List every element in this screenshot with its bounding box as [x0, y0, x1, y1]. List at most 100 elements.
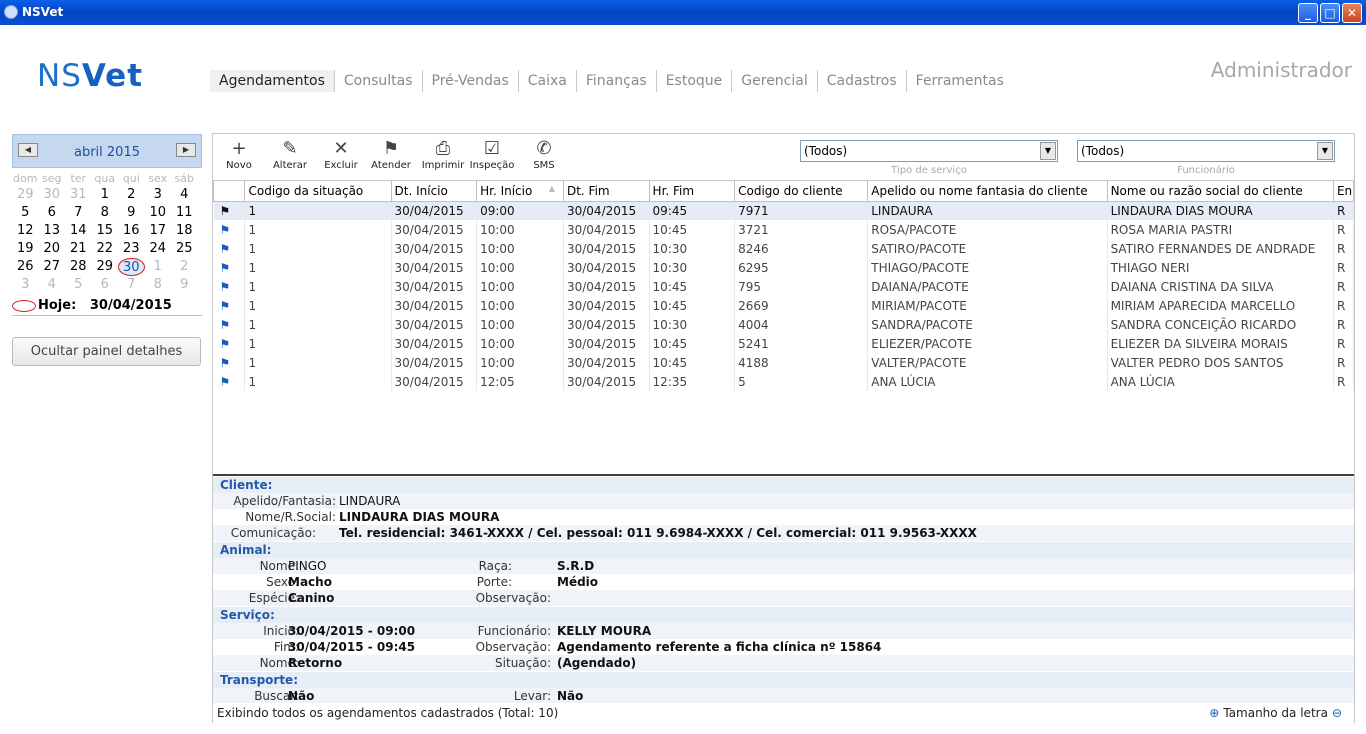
user-name[interactable]: Administrador: [1211, 58, 1352, 82]
calendar-day[interactable]: 5: [65, 276, 92, 294]
calendar-day[interactable]: 15: [92, 222, 119, 240]
column-header[interactable]: Apelido ou nome fantasia do cliente: [867, 181, 1108, 202]
menu-ferramentas[interactable]: Ferramentas: [905, 69, 1013, 92]
inspecao-button[interactable]: ☑ Inspeção: [469, 138, 515, 171]
column-header-flag[interactable]: [213, 181, 246, 202]
maximize-button[interactable]: □: [1320, 3, 1340, 23]
calendar-day[interactable]: 5: [12, 204, 39, 222]
close-button[interactable]: ✕: [1342, 3, 1362, 23]
calendar-day[interactable]: 28: [65, 258, 92, 276]
table-cell: 30/04/2015: [391, 372, 478, 391]
calendar-day[interactable]: 24: [145, 240, 172, 258]
menu-consultas[interactable]: Consultas: [333, 69, 422, 92]
table-cell: MIRIAM/PACOTE: [867, 296, 1108, 315]
calendar: ◀ abril 2015 ▶ dom seg ter qua qui sex sáb 29 30…: [12, 134, 202, 294]
table-row[interactable]: ⚑ 1 30/04/2015 10:00 30/04/2015 10:30 6295 THIA…: [213, 258, 1354, 277]
menu-financas[interactable]: Finanças: [575, 69, 656, 92]
hide-details-button[interactable]: Ocultar painel detalhes: [12, 337, 201, 366]
table-cell: 1: [244, 296, 392, 315]
menu-caixa[interactable]: Caixa: [517, 69, 576, 92]
calendar-day[interactable]: 29: [12, 186, 39, 204]
calendar-day[interactable]: 26: [12, 258, 39, 276]
calendar-day[interactable]: 3: [12, 276, 39, 294]
calendar-day[interactable]: 25: [171, 240, 198, 258]
calendar-day[interactable]: 4: [171, 186, 198, 204]
calendar-day[interactable]: 13: [39, 222, 66, 240]
calendar-day[interactable]: 2: [118, 186, 145, 204]
table-row[interactable]: ⚑ 1 30/04/2015 10:00 30/04/2015 10:45 795 DAIAN…: [213, 277, 1354, 296]
table-cell: 30/04/2015: [563, 372, 650, 391]
calendar-day[interactable]: 7: [118, 276, 145, 294]
calendar-day[interactable]: 18: [171, 222, 198, 240]
zoom-in-icon[interactable]: ⊕: [1209, 706, 1219, 720]
calendar-day[interactable]: 9: [171, 276, 198, 294]
column-header[interactable]: Nome ou razão social do cliente: [1106, 181, 1334, 202]
menu-cadastros[interactable]: Cadastros: [816, 69, 906, 92]
calendar-day[interactable]: 1: [92, 186, 119, 204]
calendar-day[interactable]: 6: [39, 204, 66, 222]
column-header[interactable]: En: [1332, 181, 1354, 202]
table-row[interactable]: ⚑ 1 30/04/2015 10:00 30/04/2015 10:45 3721 ROSA…: [213, 220, 1354, 239]
calendar-day[interactable]: 30: [39, 186, 66, 204]
calendar-day[interactable]: 8: [145, 276, 172, 294]
table-row[interactable]: ⚑ 1 30/04/2015 10:00 30/04/2015 10:30 8246 SATI…: [213, 239, 1354, 258]
table-row[interactable]: ⚑ 1 30/04/2015 10:00 30/04/2015 10:45 4188 VALT…: [213, 353, 1354, 372]
menu-estoque[interactable]: Estoque: [655, 69, 732, 92]
table-cell: 09:00: [476, 201, 564, 220]
imprimir-button[interactable]: ⎙ Imprimir: [420, 138, 466, 171]
calendar-day[interactable]: 19: [12, 240, 39, 258]
phone-icon: ✆: [536, 138, 552, 159]
sms-button[interactable]: ✆ SMS: [521, 138, 567, 171]
table-row[interactable]: ⚑ 1 30/04/2015 10:00 30/04/2015 10:45 2669 MIRI…: [213, 296, 1354, 315]
column-header[interactable]: Hr. Fim: [648, 181, 736, 202]
calendar-day[interactable]: 4: [39, 276, 66, 294]
menu-pre-vendas[interactable]: Pré-Vendas: [421, 69, 518, 92]
calendar-day[interactable]: 20: [39, 240, 66, 258]
calendar-day[interactable]: 8: [92, 204, 119, 222]
calendar-day[interactable]: 3: [145, 186, 172, 204]
calendar-day[interactable]: 31: [65, 186, 92, 204]
calendar-day[interactable]: 21: [65, 240, 92, 258]
menu-agendamentos[interactable]: Agendamentos: [210, 69, 334, 92]
calendar-day[interactable]: 29: [92, 258, 119, 276]
column-header[interactable]: Dt. Fim: [562, 181, 650, 202]
next-month-button[interactable]: ▶: [176, 143, 196, 157]
zoom-out-icon[interactable]: ⊖: [1332, 706, 1342, 720]
calendar-day[interactable]: 1: [145, 258, 172, 276]
calendar-day[interactable]: 10: [145, 204, 172, 222]
calendar-day[interactable]: 23: [118, 240, 145, 258]
calendar-day[interactable]: 11: [171, 204, 198, 222]
calendar-day[interactable]: 30: [118, 258, 145, 276]
calendar-day[interactable]: 2: [171, 258, 198, 276]
table-cell: 5: [734, 372, 869, 391]
employee-select[interactable]: (Todos) ▼: [1077, 140, 1335, 162]
calendar-day[interactable]: 14: [65, 222, 92, 240]
table-cell: 10:30: [649, 239, 736, 258]
table-row[interactable]: ⚑ 1 30/04/2015 10:00 30/04/2015 10:45 5241 ELIE…: [213, 334, 1354, 353]
column-header[interactable]: Codigo da situação: [244, 181, 392, 202]
weekday-label: qui: [122, 172, 140, 185]
table-row[interactable]: ⚑ 1 30/04/2015 12:05 30/04/2015 12:35 5 ANA LÚC…: [213, 372, 1354, 391]
atender-button[interactable]: ⚑ Atender: [368, 138, 414, 171]
calendar-day[interactable]: 12: [12, 222, 39, 240]
table-cell: R: [1333, 353, 1354, 372]
calendar-day[interactable]: 27: [39, 258, 66, 276]
alterar-button[interactable]: ✎ Alterar: [267, 138, 313, 171]
minimize-button[interactable]: _: [1298, 3, 1318, 23]
table-row[interactable]: ⚑ 1 30/04/2015 09:00 30/04/2015 09:45 7971 LIND…: [213, 201, 1354, 220]
calendar-day[interactable]: 7: [65, 204, 92, 222]
column-header[interactable]: Hr. Início ▲: [476, 181, 564, 202]
today-indicator[interactable]: Hoje: 30/04/2015: [12, 298, 202, 316]
calendar-day[interactable]: 17: [145, 222, 172, 240]
excluir-button[interactable]: ✕ Excluir: [318, 138, 364, 171]
calendar-day[interactable]: 9: [118, 204, 145, 222]
novo-button[interactable]: + Novo: [216, 138, 262, 171]
calendar-day[interactable]: 22: [92, 240, 119, 258]
service-type-select[interactable]: (Todos) ▼: [800, 140, 1058, 162]
column-header[interactable]: Codigo do cliente: [734, 181, 869, 202]
calendar-day[interactable]: 16: [118, 222, 145, 240]
menu-gerencial[interactable]: Gerencial: [731, 69, 816, 92]
column-header[interactable]: Dt. Início: [390, 181, 478, 202]
calendar-day[interactable]: 6: [92, 276, 119, 294]
table-row[interactable]: ⚑ 1 30/04/2015 10:00 30/04/2015 10:30 4004 SAND…: [213, 315, 1354, 334]
